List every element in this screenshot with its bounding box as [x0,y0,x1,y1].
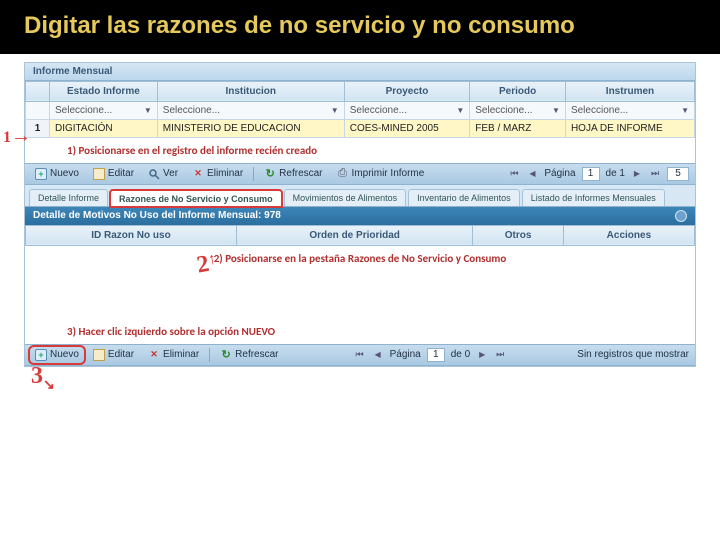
slide-title-bar: Digitar las razones de no servicio y no … [0,0,720,54]
col-institucion[interactable]: Institucion [157,81,344,101]
chevron-down-icon: ▼ [681,106,689,115]
cell-institucion: MINISTERIO DE EDUCACION [157,119,344,137]
collapse-icon[interactable] [675,210,687,222]
editar-button[interactable]: Editar [89,167,138,181]
panel-header-informe: Informe Mensual [25,63,695,81]
page-next-icon[interactable] [476,349,488,361]
refrescar-button[interactable]: Refrescar [260,167,326,181]
refrescar-button[interactable]: Refrescar [216,348,282,362]
col-blank [26,81,50,101]
chevron-down-icon: ▼ [456,106,464,115]
toolbar-top: Nuevo Editar Ver Eliminar Refrescar Impr… [25,163,695,185]
chevron-down-icon: ▼ [144,106,152,115]
col-estado[interactable]: Estado Informe [50,81,158,101]
slide-title: Digitar las razones de no servicio y no … [24,12,696,40]
col-instrumento[interactable]: Instrumen [565,81,694,101]
col-orden[interactable]: Orden de Prioridad [236,225,472,245]
refresh-icon [264,168,276,180]
page-input[interactable]: 1 [427,348,445,362]
page-of: de 0 [451,349,470,360]
new-icon [35,349,47,361]
tab-listado[interactable]: Listado de Informes Mensuales [522,189,665,206]
refresh-icon [220,349,232,361]
empty-body [25,271,695,319]
tab-inventario[interactable]: Inventario de Alimentos [408,189,520,206]
filter-instrumento[interactable]: Seleccione...▼ [571,105,689,116]
col-otros[interactable]: Otros [473,225,564,245]
annotation-1: 1) Posicionarse en el registro del infor… [25,138,695,163]
no-records-label: Sin registros que mostrar [577,349,689,360]
annotation-2: 2) Posicionarse en la pestaña Razones de… [25,246,695,271]
page-prev-icon[interactable] [526,168,538,180]
page-prev-icon[interactable] [372,349,384,361]
page-next-icon[interactable] [631,168,643,180]
eliminar-button[interactable]: Eliminar [144,348,203,362]
col-proyecto[interactable]: Proyecto [344,81,470,101]
new-icon [35,168,47,180]
tab-detalle[interactable]: Detalle Informe [29,189,108,206]
tab-movimientos[interactable]: Movimientos de Alimentos [284,189,407,206]
chevron-down-icon: ▼ [552,106,560,115]
cell-estado: DIGITACIÓN [50,119,158,137]
cell-periodo: FEB / MARZ [470,119,566,137]
filter-estado[interactable]: Seleccione...▼ [55,105,152,116]
edit-icon [93,168,105,180]
page-first-icon[interactable] [354,349,366,361]
grid-header-row: Estado Informe Institucion Proyecto Peri… [26,81,695,101]
subpanel-header-motivos: Detalle de Motivos No Uso del Informe Me… [25,207,695,225]
page-label: Página [544,168,575,179]
delete-icon [192,168,204,180]
edit-icon [93,349,105,361]
cell-instrumento: HOJA DE INFORME [565,119,694,137]
nuevo-button[interactable]: Nuevo [31,348,83,362]
page-last-icon[interactable] [494,349,506,361]
grid-motivos: ID Razon No uso Orden de Prioridad Otros… [25,225,695,246]
print-icon [337,168,349,180]
delete-icon [148,349,160,361]
eliminar-button[interactable]: Eliminar [188,167,247,181]
view-icon [148,168,160,180]
table-row[interactable]: 1 DIGITACIÓN MINISTERIO DE EDUCACION COE… [26,119,695,137]
app-window: 1→ 2↑ 3↘ Informe Mensual Estado Informe … [24,62,696,367]
grid-informe: Estado Informe Institucion Proyecto Peri… [25,81,695,138]
page-label: Página [390,349,421,360]
handwritten-3-arrow: 3↘ [31,363,55,390]
nuevo-button[interactable]: Nuevo [31,167,83,181]
cell-id: 1 [26,119,50,137]
toolbar-bottom: Nuevo Editar Eliminar Refrescar Página 1… [25,344,695,366]
col-idrazon[interactable]: ID Razon No uso [26,225,237,245]
filter-periodo[interactable]: Seleccione...▼ [475,105,560,116]
cell-proyecto: COES-MINED 2005 [344,119,470,137]
editar-button[interactable]: Editar [89,348,138,362]
tab-razones[interactable]: Razones de No Servicio y Consumo [110,190,282,207]
ver-button[interactable]: Ver [144,167,182,181]
col-periodo[interactable]: Periodo [470,81,566,101]
separator [209,348,210,362]
imprimir-button[interactable]: Imprimir Informe [333,167,429,181]
annotation-3: 3) Hacer clic izquierdo sobre la opción … [25,319,695,344]
page-of: de 1 [606,168,625,179]
separator [253,167,254,181]
grid-filter-row: Seleccione...▼ Seleccione...▼ Seleccione… [26,101,695,119]
page-first-icon[interactable] [508,168,520,180]
page-last-icon[interactable] [649,168,661,180]
page-input[interactable]: 1 [582,167,600,181]
filter-proyecto[interactable]: Seleccione...▼ [350,105,465,116]
page-size-select[interactable]: 5 [667,167,689,181]
grid-header-row: ID Razon No uso Orden de Prioridad Otros… [26,225,695,245]
col-acciones[interactable]: Acciones [563,225,694,245]
filter-institucion[interactable]: Seleccione...▼ [163,105,339,116]
chevron-down-icon: ▼ [331,106,339,115]
tabs-bar: Detalle Informe Razones de No Servicio y… [25,185,695,207]
subpanel-title: Detalle de Motivos No Uso del Informe Me… [33,210,281,221]
